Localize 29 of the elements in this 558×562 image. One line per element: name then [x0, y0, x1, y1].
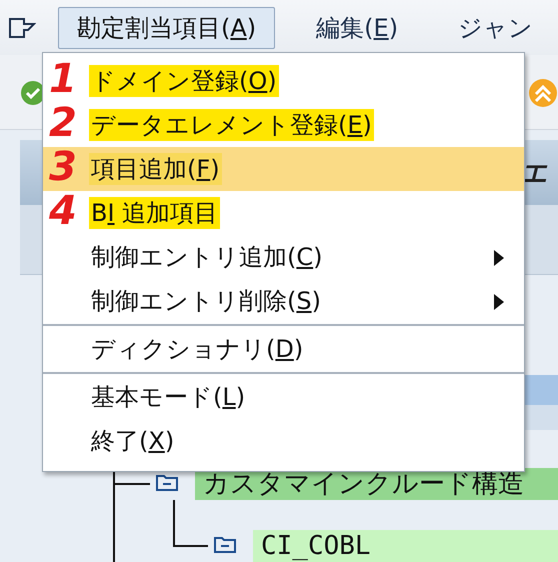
annotation-number: 2 — [49, 101, 77, 145]
annotation-number: 3 — [49, 145, 77, 189]
menu-item-label: 制御エントリ削除(S) — [90, 286, 322, 317]
menu-bar-item[interactable]: 勘定割当項目(A) — [58, 6, 276, 48]
annotation-number: 1 — [49, 57, 77, 101]
menu-item-label: ドメイン登録(O) — [89, 65, 279, 97]
annotation-number: 4 — [49, 189, 77, 233]
menu-item[interactable]: 制御エントリ削除(S) — [43, 279, 524, 323]
menu-item[interactable]: 基本モード(L) — [43, 375, 524, 419]
menu-item-label: BI 追加項目 — [89, 197, 220, 229]
menu-item-label: ディクショナリ(D) — [90, 334, 304, 365]
menu-item-label: 制御エントリ追加(C) — [90, 242, 324, 273]
menu-item-label: 基本モード(L) — [90, 382, 246, 413]
menu-item[interactable]: 3 項目追加(F) — [43, 147, 524, 191]
menu-item-label: データエレメント登録(E) — [89, 109, 374, 141]
menu-item-label: 終了(X) — [90, 426, 176, 457]
menu-item-label: 項目追加(F) — [89, 153, 222, 185]
menu-bar-item[interactable]: ジャン — [439, 6, 552, 48]
folder-icon[interactable] — [213, 534, 237, 554]
menu-item[interactable]: 2 データエレメント登録(E) — [43, 103, 524, 147]
menu-icon[interactable] — [8, 16, 36, 40]
menu-bar-item[interactable]: 編集(E) — [297, 6, 418, 48]
folder-icon[interactable] — [155, 472, 179, 492]
tree-node-label[interactable]: CI_COBL — [253, 530, 558, 562]
menu-item[interactable]: 1 ドメイン登録(O) — [43, 59, 524, 103]
menu-item[interactable]: 終了(X) — [43, 419, 524, 463]
menu-item[interactable]: ディクショナリ(D) — [43, 327, 524, 371]
menu-item[interactable]: 4 BI 追加項目 — [43, 191, 524, 235]
menu-item[interactable]: 制御エントリ追加(C) — [43, 235, 524, 279]
